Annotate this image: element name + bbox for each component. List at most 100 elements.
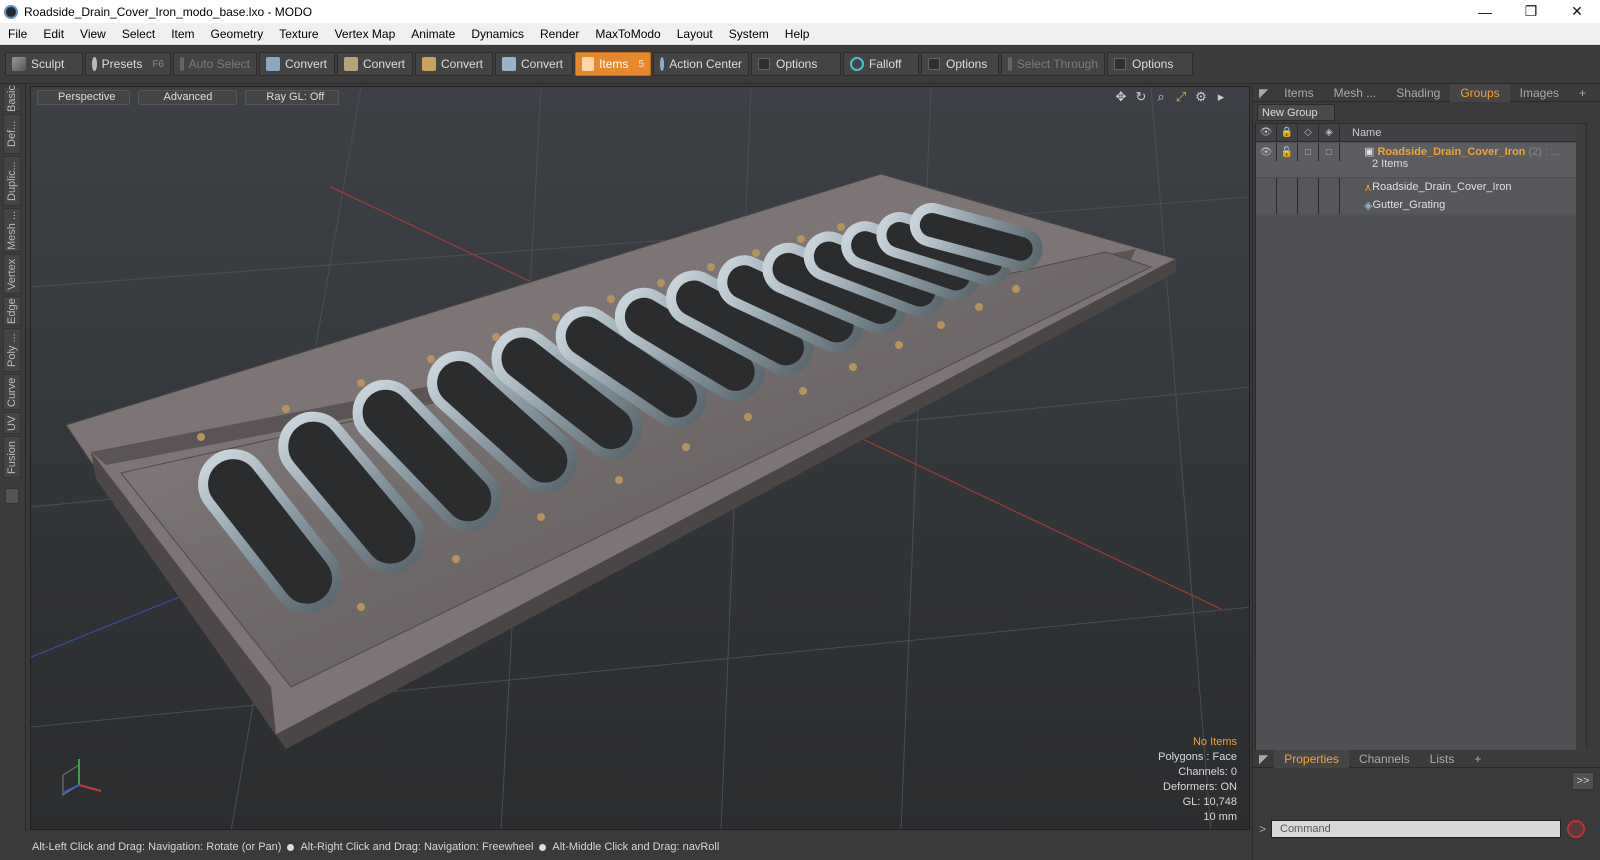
3d-viewport[interactable]: Perspective Advanced Ray GL: Off ✥ ↻ ⌕ ⤢…: [30, 86, 1250, 830]
select-column-icon[interactable]: ◇: [1298, 123, 1319, 142]
window-title: Roadside_Drain_Cover_Iron_modo_base.lxo …: [24, 4, 313, 19]
select-through-options[interactable]: Options: [1107, 52, 1193, 76]
menu-system[interactable]: System: [721, 27, 777, 41]
main-toolbar: Sculpt Presets F6 Auto Select Convert Co…: [0, 45, 1600, 84]
convert-polygons-button[interactable]: Convert: [415, 52, 493, 76]
list-item[interactable]: ⋏ Roadside_Drain_Cover_Iron: [1256, 178, 1586, 196]
convert-edge-icon: [344, 57, 358, 71]
polygons-info: Polygons : Face: [1158, 751, 1237, 763]
tab-polygon[interactable]: Poly ...: [3, 328, 21, 372]
falloff-options[interactable]: Options: [921, 52, 999, 76]
auto-select-button[interactable]: Auto Select: [173, 52, 257, 76]
zoom-view-icon[interactable]: ⌕: [1153, 89, 1169, 105]
options-checkbox-icon: [758, 58, 770, 70]
restore-button[interactable]: ❐: [1508, 0, 1554, 23]
panel-menu-icon[interactable]: ◤: [1253, 84, 1274, 102]
tab-lists[interactable]: Lists: [1420, 750, 1465, 768]
raygl-toggle[interactable]: Ray GL: Off: [245, 89, 340, 105]
auto-select-icon: [180, 57, 184, 71]
menu-vertex-map[interactable]: Vertex Map: [327, 27, 404, 41]
shading-style-dropdown[interactable]: Advanced: [138, 89, 238, 105]
view-type-dropdown[interactable]: Perspective: [37, 89, 131, 105]
convert-items-button[interactable]: Convert: [495, 52, 573, 76]
menu-render[interactable]: Render: [532, 27, 587, 41]
tab-basic[interactable]: Basic: [3, 86, 21, 112]
render-column-icon[interactable]: ◈: [1319, 123, 1340, 142]
menu-animate[interactable]: Animate: [403, 27, 463, 41]
sculpt-button[interactable]: Sculpt: [5, 52, 83, 76]
action-center-options[interactable]: Options: [751, 52, 841, 76]
render-box-icon[interactable]: □: [1319, 143, 1340, 161]
tab-mesh[interactable]: Mesh ...: [1324, 84, 1387, 102]
items-mode-button[interactable]: Items 5: [575, 52, 651, 76]
viewport-more-icon[interactable]: ▸: [1213, 89, 1229, 105]
tab-vertex[interactable]: Vertex: [3, 254, 21, 294]
items-icon: [582, 57, 595, 71]
fit-view-icon[interactable]: ⤢: [1173, 89, 1189, 105]
groups-scrollbar[interactable]: [1576, 124, 1586, 758]
name-column-header: Name: [1352, 126, 1382, 139]
command-arrow-icon: >: [1259, 822, 1267, 836]
viewport-stats: No Items Polygons : Face Channels: 0 Def…: [1158, 735, 1237, 825]
convert-vertices-button[interactable]: Convert: [259, 52, 335, 76]
options-checkbox-icon: [928, 58, 940, 70]
action-center-button[interactable]: Action Center: [653, 52, 749, 76]
add-tab-icon[interactable]: +: [1464, 750, 1491, 768]
tab-duplicate[interactable]: Duplic...: [3, 156, 21, 206]
new-group-button[interactable]: New Group: [1257, 104, 1335, 121]
select-through-icon: [1008, 57, 1012, 71]
menu-help[interactable]: Help: [777, 27, 818, 41]
visibility-column-icon[interactable]: 👁: [1256, 123, 1277, 142]
visibility-eye-icon[interactable]: 👁: [1256, 143, 1277, 161]
menu-geometry[interactable]: Geometry: [203, 27, 272, 41]
lock-icon[interactable]: 🔓: [1277, 143, 1298, 161]
menu-texture[interactable]: Texture: [271, 27, 326, 41]
menu-edit[interactable]: Edit: [35, 27, 72, 41]
tab-mesh[interactable]: Mesh ...: [3, 208, 21, 252]
tab-channels[interactable]: Channels: [1349, 750, 1420, 768]
groups-list: 👁 🔒 ◇ ◈ Name 👁 🔓 □ □ ▣ Roadside_Drain_Co…: [1255, 123, 1587, 759]
move-view-icon[interactable]: ✥: [1113, 89, 1129, 105]
action-center-icon: [660, 57, 665, 71]
tab-curve[interactable]: Curve: [3, 374, 21, 410]
close-button[interactable]: ✕: [1554, 0, 1600, 23]
tab-edge[interactable]: Edge: [3, 296, 21, 326]
add-tab-icon[interactable]: +: [1569, 84, 1596, 102]
group-row[interactable]: 👁 🔓 □ □ ▣ Roadside_Drain_Cover_Iron (2) …: [1256, 143, 1586, 177]
menu-select[interactable]: Select: [114, 27, 163, 41]
minimize-button[interactable]: —: [1462, 0, 1508, 23]
viewport-scene: [31, 87, 1249, 829]
tab-fusion[interactable]: Fusion: [3, 436, 21, 478]
menu-maxtomodo[interactable]: MaxToModo: [587, 27, 668, 41]
lock-column-icon[interactable]: 🔒: [1277, 123, 1298, 142]
command-row: > Command: [1253, 816, 1600, 842]
tab-uv[interactable]: UV: [3, 412, 21, 434]
command-input[interactable]: Command: [1271, 820, 1561, 838]
tab-items[interactable]: Items: [1274, 84, 1323, 102]
tab-deform[interactable]: Def...: [3, 114, 21, 154]
select-through-button[interactable]: Select Through: [1001, 52, 1105, 76]
menu-item[interactable]: Item: [163, 27, 202, 41]
tab-images[interactable]: Images: [1510, 84, 1569, 102]
gl-polycount: GL: 10,748: [1182, 796, 1237, 808]
rotate-view-icon[interactable]: ↻: [1133, 89, 1149, 105]
title-bar: Roadside_Drain_Cover_Iron_modo_base.lxo …: [0, 0, 1600, 23]
select-box-icon[interactable]: □: [1298, 143, 1319, 161]
tab-properties[interactable]: Properties: [1274, 749, 1349, 768]
menu-dynamics[interactable]: Dynamics: [463, 27, 532, 41]
list-item[interactable]: ◈ Gutter_Grating: [1256, 196, 1586, 214]
menu-view[interactable]: View: [72, 27, 114, 41]
tab-groups[interactable]: Groups: [1450, 83, 1510, 102]
menu-layout[interactable]: Layout: [669, 27, 721, 41]
convert-edges-button[interactable]: Convert: [337, 52, 413, 76]
viewport-settings-icon[interactable]: ⚙: [1193, 89, 1209, 105]
scene-tabs: ◤ Items Mesh ... Shading Groups Images +: [1253, 83, 1600, 102]
menu-file[interactable]: File: [0, 27, 35, 41]
command-history-button[interactable]: [1567, 820, 1585, 838]
expand-button[interactable]: >>: [1572, 772, 1594, 790]
falloff-button[interactable]: Falloff: [843, 52, 919, 76]
tab-expand-button[interactable]: [5, 488, 19, 504]
presets-button[interactable]: Presets F6: [85, 52, 171, 76]
tab-shading[interactable]: Shading: [1386, 84, 1450, 102]
panel-menu-icon[interactable]: ◤: [1253, 750, 1274, 768]
